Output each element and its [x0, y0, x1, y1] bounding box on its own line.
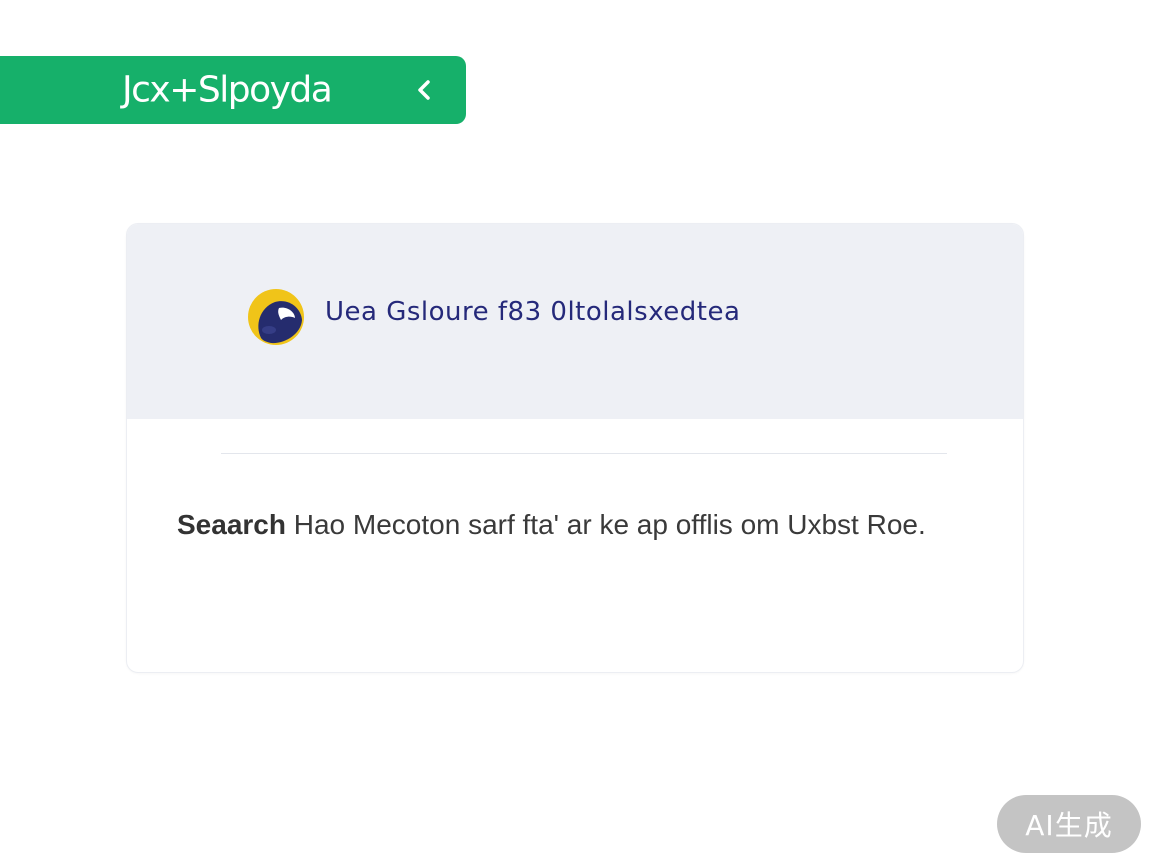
info-card: Uea Gsloure f83 0ltolalsxedtea Seaarch H…	[126, 223, 1024, 673]
card-title: Uea Gsloure f83 0ltolalsxedtea	[325, 297, 741, 327]
ai-generated-badge: AI生成	[997, 795, 1141, 853]
brand-name: Jcx+Slpoyda	[122, 69, 333, 111]
collapse-sidebar-button[interactable]	[406, 72, 442, 108]
divider	[221, 453, 947, 454]
chevron-left-icon	[418, 80, 430, 100]
card-body-rest: Hao Mecoton sarf fta' ar ke ap offlis om…	[285, 509, 926, 540]
card-body-emphasis: Seaarch	[177, 509, 286, 540]
card-header: Uea Gsloure f83 0ltolalsxedtea	[127, 224, 1023, 419]
globe-logo-icon	[248, 289, 304, 345]
page: Jcx+Slpoyda Uea Gsloure f83 0ltolalsxedt…	[0, 0, 1152, 864]
card-body-text: Seaarch Hao Mecoton sarf fta' ar ke ap o…	[177, 496, 987, 554]
brand-bar: Jcx+Slpoyda	[0, 56, 466, 124]
